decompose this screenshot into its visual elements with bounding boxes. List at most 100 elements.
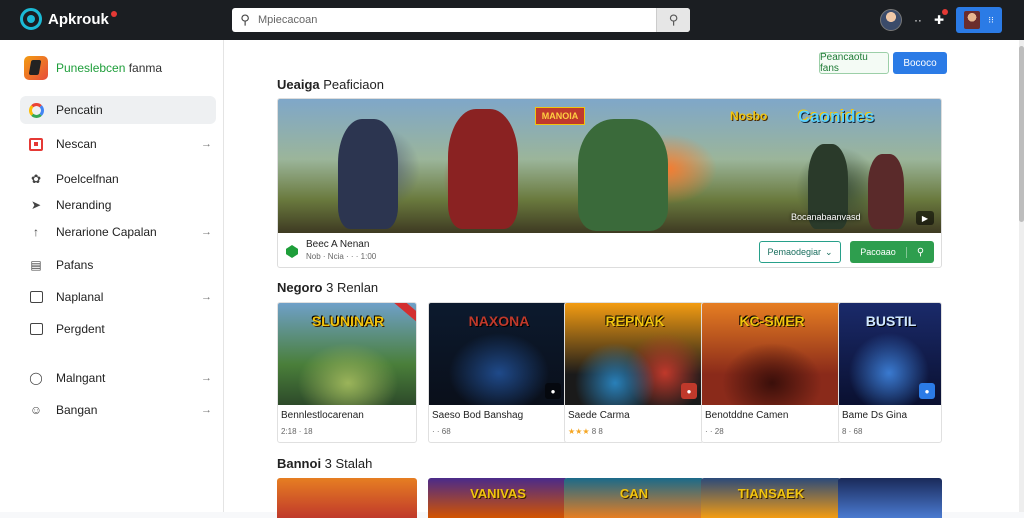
top-bar: Apkrouk ⚲ ⚲ ·· ✚ ⁝⁝ xyxy=(0,0,1024,40)
app-card-title: Benotddne Camen xyxy=(705,410,789,421)
menu-icon: ⁝⁝ xyxy=(988,14,994,25)
expand-icon[interactable]: ▶ xyxy=(916,211,934,225)
app-card-title: Bame Ds Gina xyxy=(842,410,908,421)
version-select[interactable]: Pemaodegiar ⌄ xyxy=(759,241,841,263)
featured-banner[interactable]: MANOIA Nosbo Caonides Bocanabaanvasd ▶ B… xyxy=(277,98,942,268)
app-card-partial[interactable] xyxy=(838,478,942,518)
sidebar-item-4[interactable]: ↑ Nerarione Capalan → xyxy=(20,218,216,246)
sidebar-item-0[interactable]: Pencatin xyxy=(20,96,216,124)
sidebar-item-8[interactable]: ◯ Malngant → xyxy=(20,364,216,392)
featured-info-bar: Beec A Nenan Nob · Ncia · · · 1:00 Pemao… xyxy=(278,233,941,267)
hero-character-3 xyxy=(578,119,668,231)
section-3-title: Bannoi 3 Stalah xyxy=(277,456,373,471)
sidebar-item-6[interactable]: Naplanal → xyxy=(20,283,216,311)
brand-icon xyxy=(24,56,48,80)
install-label: Pacoaao xyxy=(860,247,896,257)
hero-character-2 xyxy=(448,109,518,229)
logo-text: Apkrouk xyxy=(48,10,109,28)
document-icon: ▤ xyxy=(30,258,42,272)
notification-dot xyxy=(942,9,948,15)
avatar[interactable] xyxy=(879,9,902,31)
featured-artwork: MANOIA Nosbo Caonides Bocanabaanvasd ▶ xyxy=(278,99,941,233)
app-card-partial[interactable]: VANIVAS xyxy=(428,478,568,518)
app-card-meta: 8 · 68 xyxy=(842,427,863,436)
top-right-controls: ·· ✚ ⁝⁝ xyxy=(879,7,1002,33)
notification-icon[interactable]: ✚ xyxy=(934,9,948,27)
app-card-title: Bennlestlocarenan xyxy=(281,410,364,421)
app-card-artwork: BUSTIL ● xyxy=(839,303,941,405)
app-card[interactable]: NAXONA ● Saeso Bod Banshag · · 68 xyxy=(428,302,568,443)
sidebar-item-2[interactable]: ✿ Poelcelfnan xyxy=(20,165,216,193)
secondary-button[interactable]: Peancaotu fans xyxy=(819,52,889,74)
app-card[interactable]: KC-SMER Benotddne Camen · · 28 xyxy=(701,302,841,443)
app-card-partial[interactable]: TIANSAEK xyxy=(701,478,841,518)
sidebar-item-label: Bangan xyxy=(56,403,98,417)
featured-app-title[interactable]: Beec A Nenan xyxy=(306,239,369,250)
sidebar-item-label: Naplanal xyxy=(56,290,104,304)
sidebar-item-label: Pencatin xyxy=(56,103,103,117)
sidebar-brand[interactable]: Puneslebcen fanma xyxy=(24,56,162,80)
brand-text: Puneslebcen fanma xyxy=(56,61,163,75)
scrollbar-thumb[interactable] xyxy=(1019,46,1024,222)
app-card-art-title: BUSTIL xyxy=(865,313,917,329)
app-card-meta: 2:18 · 18 xyxy=(281,427,313,436)
sidebar-item-label: Neranding xyxy=(56,198,112,212)
folder-icon xyxy=(28,289,44,305)
app-card-art-title: SLUNINAR xyxy=(311,313,385,329)
app-card-artwork: REPNAK ● xyxy=(565,303,703,405)
calendar-icon xyxy=(28,136,44,152)
sidebar: Puneslebcen fanma Pencatin Nescan → ✿ Po… xyxy=(0,40,224,512)
app-card[interactable]: SLUNINAR Bennlestlocarenan 2:18 · 18 xyxy=(277,302,417,443)
app-card-partial[interactable] xyxy=(277,478,417,518)
featured-section-title: Ueaiga Peaficiaon xyxy=(277,77,384,92)
search-bar: ⚲ ⚲ xyxy=(232,8,690,32)
corner-badge-icon: ● xyxy=(681,383,697,399)
app-card-title: Saeso Bod Banshag xyxy=(432,410,524,421)
sidebar-item-3[interactable]: ➤ Neranding xyxy=(20,191,216,219)
sidebar-item-label: Nescan xyxy=(56,137,97,151)
tag-icon: ✿ xyxy=(30,172,42,186)
search-button[interactable]: ⚲ xyxy=(656,8,690,32)
app-card-art-title: KC-SMER xyxy=(739,313,805,329)
version-select-label: Pemaodegiar xyxy=(767,247,821,257)
arrow-right-icon: → xyxy=(201,291,212,303)
more-icon[interactable]: ·· xyxy=(914,13,922,27)
sidebar-item-1[interactable]: Nescan → xyxy=(20,130,216,158)
arrow-right-icon: → xyxy=(201,138,212,150)
sidebar-item-7[interactable]: Pergdent xyxy=(20,315,216,343)
app-logo[interactable]: Apkrouk xyxy=(20,8,117,30)
upload-icon: ↑ xyxy=(33,225,39,239)
section-2-title: Negoro 3 Renlan xyxy=(277,280,379,295)
app-card-art-title: CAN xyxy=(619,486,649,501)
app-card-art-title: VANIVAS xyxy=(470,486,526,501)
app-card[interactable]: BUSTIL ● Bame Ds Gina 8 · 68 xyxy=(838,302,942,443)
app-card-artwork: KC-SMER xyxy=(702,303,840,405)
install-button[interactable]: Pacoaao ⚲ xyxy=(850,241,934,263)
app-card[interactable]: REPNAK ● Saede Carma ★★★ 8 8 xyxy=(564,302,704,443)
sidebar-item-label: Poelcelfnan xyxy=(56,172,119,186)
primary-button[interactable]: Bococo xyxy=(893,52,947,74)
app-card-meta: ★★★ 8 8 xyxy=(568,427,603,436)
hero-logo-large: Caonides xyxy=(798,107,875,126)
sidebar-item-label: Nerarione Capalan xyxy=(56,225,157,239)
hero-caption: Bocanabaanvasd xyxy=(791,212,861,222)
search-icon: ⚲ xyxy=(906,246,934,258)
sidebar-item-5[interactable]: ▤ Pafans xyxy=(20,251,216,279)
app-card-art-title: REPNAK xyxy=(605,313,665,329)
search-input[interactable] xyxy=(258,9,656,31)
logo-icon xyxy=(20,8,42,30)
app-card-partial[interactable]: CAN xyxy=(564,478,704,518)
arrow-right-icon: → xyxy=(201,226,212,238)
sidebar-item-9[interactable]: ☺ Bangan → xyxy=(20,396,216,424)
logo-dot xyxy=(110,11,117,17)
scrollbar[interactable] xyxy=(1019,40,1024,512)
google-icon xyxy=(28,102,44,118)
arrow-right-icon: → xyxy=(201,372,212,384)
compass-icon: ➤ xyxy=(30,198,42,212)
app-card-meta: · · 68 xyxy=(432,427,451,436)
profile-menu-button[interactable]: ⁝⁝ xyxy=(956,7,1002,33)
featured-app-meta: Nob · Ncia · · · 1:00 xyxy=(306,252,377,261)
corner-badge-icon: ● xyxy=(919,383,935,399)
shield-icon: ◯ xyxy=(29,371,43,385)
app-card-art-title: TIANSAEK xyxy=(737,486,805,501)
